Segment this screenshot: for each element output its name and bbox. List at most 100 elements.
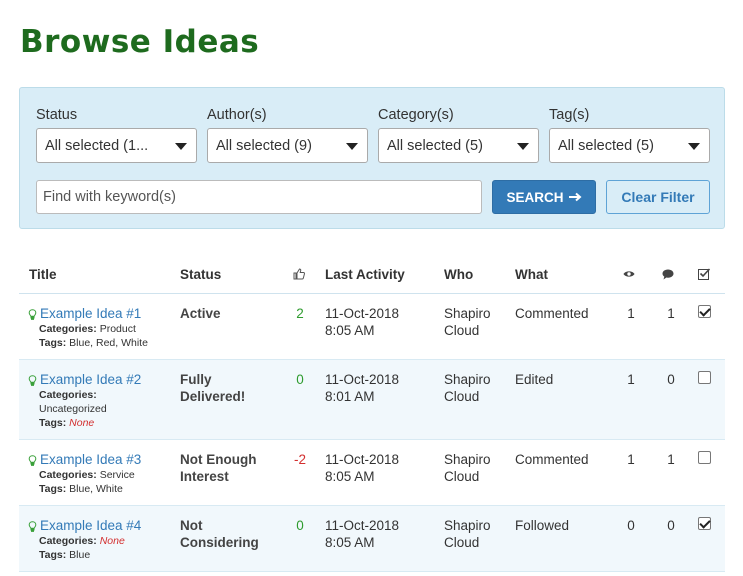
comments-count: 0	[667, 372, 675, 387]
status-cell: Not Enough Interest	[180, 451, 256, 485]
idea-categories: Categories: None	[39, 534, 141, 548]
comment-icon[interactable]	[662, 269, 674, 280]
check-square-icon[interactable]	[698, 268, 711, 280]
what-cell: Commented	[515, 452, 589, 467]
idea-tags: Tags: Blue, White	[39, 482, 141, 496]
tag-filter-label: Tag(s)	[549, 107, 590, 123]
categories-label: Categories:	[39, 469, 97, 481]
tag-filter-value: All selected (5)	[558, 138, 654, 154]
clear-filter-button[interactable]: Clear Filter	[606, 180, 710, 214]
category-filter-select[interactable]: All selected (5)	[378, 128, 539, 163]
tag-filter-select[interactable]: All selected (5)	[549, 128, 710, 163]
status-cell: Active	[180, 305, 221, 322]
author-filter-label: Author(s)	[207, 107, 267, 123]
idea-tags: Tags: Blue, Red, White	[39, 336, 148, 350]
status-text-line2: Delivered!	[180, 389, 246, 404]
activity-time: 8:05 AM	[325, 535, 375, 550]
views-count: 1	[627, 372, 635, 387]
votes-count: 0	[296, 372, 304, 387]
who-cell: Shapiro Cloud	[444, 517, 491, 551]
search-button-label: SEARCH	[506, 189, 564, 205]
status-cell: Fully Delivered!	[180, 371, 245, 405]
eye-icon[interactable]	[623, 270, 635, 278]
row-checkbox[interactable]	[698, 371, 711, 384]
filter-panel: Status Author(s) Category(s) Tag(s) All …	[19, 87, 725, 229]
status-filter-select[interactable]: All selected (1...	[36, 128, 197, 163]
keyword-search-input[interactable]	[36, 180, 482, 214]
categories-value: None	[99, 535, 125, 547]
idea-title-cell: Example Idea #3 Categories: Service Tags…	[28, 451, 141, 496]
tags-value: None	[69, 417, 95, 429]
page-title: Browse Ideas	[20, 24, 260, 60]
who-first-line: Shapiro	[444, 372, 491, 387]
header-who[interactable]: Who	[444, 267, 473, 282]
activity-date: 11-Oct-2018	[325, 518, 400, 533]
views-count: 1	[627, 306, 635, 321]
categories-label: Categories:	[39, 323, 97, 335]
status-filter-label: Status	[36, 107, 78, 123]
activity-time: 8:05 AM	[325, 469, 375, 484]
header-status[interactable]: Status	[180, 267, 221, 282]
who-first-line: Shapiro	[444, 518, 491, 533]
header-last-activity[interactable]: Last Activity	[325, 267, 405, 282]
caret-down-icon	[688, 143, 700, 150]
idea-tags: Tags: Blue	[39, 548, 141, 562]
header-what[interactable]: What	[515, 267, 548, 282]
who-first-line: Shapiro	[444, 306, 491, 321]
status-text: Fully	[180, 372, 212, 387]
comments-count: 0	[667, 518, 675, 533]
categories-label: Categories:	[39, 389, 97, 401]
idea-title-link[interactable]: Example Idea #1	[40, 306, 141, 321]
author-filter-select[interactable]: All selected (9)	[207, 128, 368, 163]
categories-value: Uncategorized	[39, 403, 107, 415]
row-checkbox[interactable]	[698, 451, 711, 464]
status-text-line2: Considering	[180, 535, 259, 550]
who-second-line: Cloud	[444, 323, 480, 338]
who-second-line: Cloud	[444, 535, 480, 550]
views-count: 1	[627, 452, 635, 467]
views-count: 0	[627, 518, 635, 533]
activity-date: 11-Oct-2018	[325, 372, 400, 387]
caret-down-icon	[175, 143, 187, 150]
what-cell: Followed	[515, 518, 570, 533]
idea-title-link[interactable]: Example Idea #3	[40, 452, 141, 467]
idea-categories: Categories: Service	[39, 468, 141, 482]
table-row: Example Idea #4 Categories: None Tags: B…	[19, 506, 725, 572]
votes-count: 2	[296, 306, 304, 321]
activity-time: 8:05 AM	[325, 323, 375, 338]
what-cell: Edited	[515, 372, 554, 387]
status-filter-value: All selected (1...	[45, 138, 149, 154]
categories-value: Service	[99, 469, 135, 481]
row-checkbox[interactable]	[698, 517, 711, 530]
idea-title-link[interactable]: Example Idea #4	[40, 518, 141, 533]
search-button[interactable]: SEARCH	[492, 180, 596, 214]
who-second-line: Cloud	[444, 469, 480, 484]
status-cell: Not Considering	[180, 517, 259, 551]
author-filter-value: All selected (9)	[216, 138, 312, 154]
table-row: Example Idea #1 Categories: Product Tags…	[19, 294, 725, 360]
table-row: Example Idea #2 Categories: Uncategorize…	[19, 360, 725, 440]
votes-count: -2	[293, 452, 306, 467]
row-checkbox[interactable]	[698, 305, 711, 318]
idea-categories: Categories:	[39, 388, 141, 402]
lightbulb-icon	[28, 375, 37, 386]
idea-title-link[interactable]: Example Idea #2	[40, 372, 141, 387]
status-text: Active	[180, 306, 221, 321]
thumbs-up-icon[interactable]	[293, 268, 305, 280]
activity-time: 8:01 AM	[325, 389, 375, 404]
who-first-line: Shapiro	[444, 452, 491, 467]
last-activity-cell: 11-Oct-2018 8:05 AM	[325, 451, 399, 485]
last-activity-cell: 11-Oct-2018 8:05 AM	[325, 517, 399, 551]
lightbulb-icon	[28, 455, 37, 466]
what-cell: Commented	[515, 306, 589, 321]
idea-title-cell: Example Idea #1 Categories: Product Tags…	[28, 305, 148, 350]
tags-value: Blue, Red, White	[69, 337, 148, 349]
comments-count: 1	[667, 452, 675, 467]
tags-value: Blue, White	[69, 483, 123, 495]
table-row: Example Idea #3 Categories: Service Tags…	[19, 440, 725, 506]
tags-label: Tags:	[39, 417, 67, 429]
tags-label: Tags:	[39, 549, 67, 561]
header-title[interactable]: Title	[29, 267, 57, 282]
idea-tags: Tags: None	[39, 416, 141, 430]
last-activity-cell: 11-Oct-2018 8:05 AM	[325, 305, 399, 339]
